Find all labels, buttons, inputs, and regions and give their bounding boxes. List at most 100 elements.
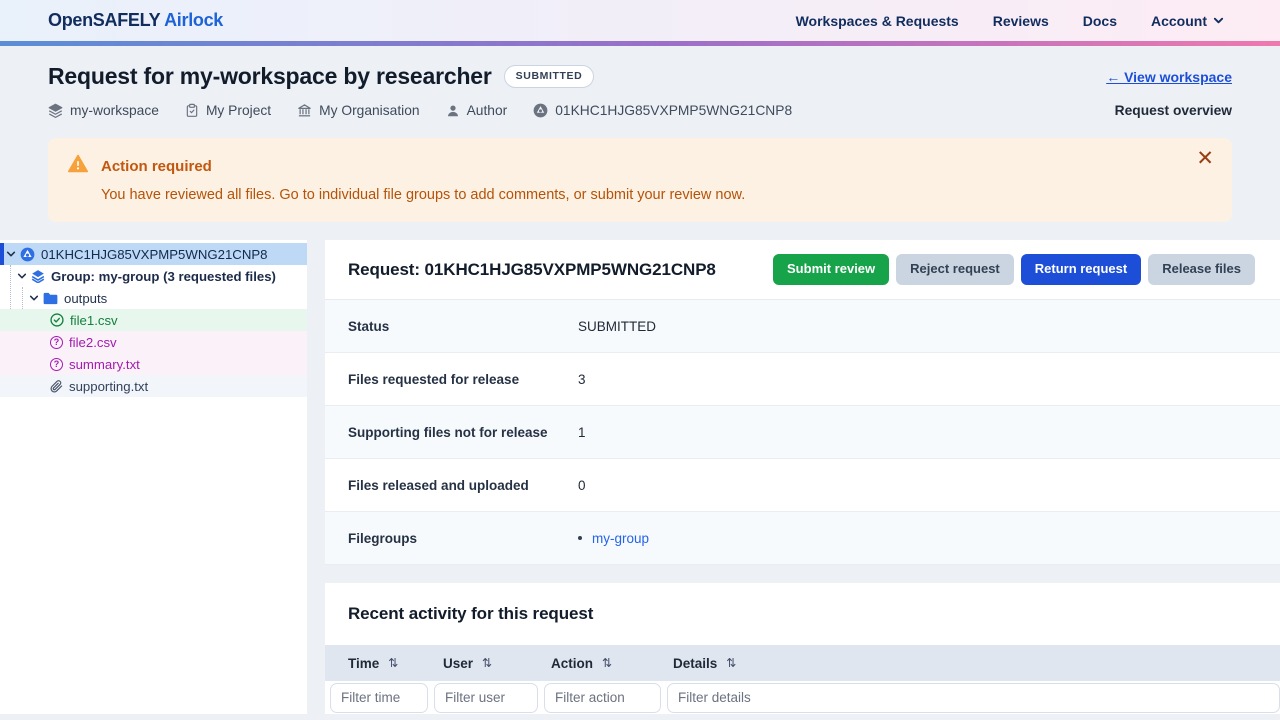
column-header-action[interactable]: Action⇅ [551, 656, 673, 671]
nav-account-label: Account [1151, 13, 1207, 29]
activity-table-header: Time⇅ User⇅ Action⇅ Details⇅ [325, 645, 1280, 681]
organisation-icon [297, 103, 312, 118]
detail-row-filegroups: Filegroups my-group [325, 512, 1280, 565]
chevron-down-icon[interactable] [29, 293, 39, 303]
check-circle-icon [50, 313, 64, 327]
sort-icon[interactable]: ⇅ [482, 656, 492, 670]
request-overview-label: Request overview [1115, 103, 1232, 118]
crumb-workspace-label: my-workspace [70, 103, 159, 118]
breadcrumb: my-workspace My Project My Organisation … [48, 103, 1232, 118]
detail-label: Files released and uploaded [348, 478, 578, 493]
tree-item-label: file1.csv [70, 313, 118, 328]
detail-value: my-group [578, 531, 649, 546]
filegroup-link[interactable]: my-group [592, 531, 649, 546]
crumb-organisation: My Organisation [297, 103, 419, 118]
tree-item-label: supporting.txt [69, 379, 148, 394]
tree-item-file1[interactable]: file1.csv [0, 309, 307, 331]
detail-label: Status [348, 319, 578, 334]
column-header-details[interactable]: Details⇅ [673, 656, 1280, 671]
request-heading: Request: 01KHC1HJG85VXPMP5WNG21CNP8 [348, 260, 716, 280]
list-bullet [578, 536, 582, 540]
content-area: 01KHC1HJG85VXPMP5WNG21CNP8 Group: my-gro… [0, 240, 1280, 714]
sort-icon[interactable]: ⇅ [602, 656, 612, 670]
crumb-request-id-label: 01KHC1HJG85VXPMP5WNG21CNP8 [555, 103, 792, 118]
tree-item-group[interactable]: Group: my-group (3 requested files) [0, 265, 307, 287]
tree-item-request-root[interactable]: 01KHC1HJG85VXPMP5WNG21CNP8 [0, 243, 307, 265]
filter-action-input[interactable] [544, 683, 661, 713]
crumb-organisation-label: My Organisation [319, 103, 419, 118]
filter-details-input[interactable] [667, 683, 1280, 713]
logo-secondary: Airlock [164, 10, 223, 30]
sort-icon[interactable]: ⇅ [388, 656, 398, 670]
filter-user-input[interactable] [434, 683, 538, 713]
clipboard-icon [185, 103, 199, 118]
detail-row-supporting-files: Supporting files not for release 1 [325, 406, 1280, 459]
question-circle-icon: ? [50, 358, 63, 371]
activity-heading: Recent activity for this request [348, 604, 593, 624]
folder-icon [43, 292, 58, 305]
column-header-user[interactable]: User⇅ [443, 656, 551, 671]
sort-icon[interactable]: ⇅ [726, 656, 736, 670]
submit-review-button[interactable]: Submit review [773, 254, 889, 284]
status-badge: SUBMITTED [504, 65, 595, 88]
crumb-author-label: Author [467, 103, 508, 118]
chevron-down-icon[interactable] [6, 249, 16, 259]
reject-request-button[interactable]: Reject request [896, 254, 1014, 284]
return-request-button[interactable]: Return request [1021, 254, 1141, 284]
tree-item-summary[interactable]: ? summary.txt [0, 353, 307, 375]
airlock-request-icon [20, 247, 35, 262]
tree-item-label: file2.csv [69, 335, 117, 350]
tree-item-label: summary.txt [69, 357, 140, 372]
warning-icon [68, 154, 88, 178]
question-circle-icon: ? [50, 336, 63, 349]
file-tree: 01KHC1HJG85VXPMP5WNG21CNP8 Group: my-gro… [0, 240, 307, 397]
nav-account[interactable]: Account [1151, 13, 1224, 29]
crumb-author: Author [446, 103, 508, 118]
close-icon[interactable]: ✕ [1196, 148, 1214, 169]
detail-row-files-requested: Files requested for release 3 [325, 353, 1280, 406]
tree-item-supporting[interactable]: supporting.txt [0, 375, 307, 397]
alert-title: Action required [101, 158, 212, 175]
chevron-down-icon[interactable] [17, 271, 27, 281]
crumb-workspace: my-workspace [48, 103, 159, 118]
crumb-request-id: 01KHC1HJG85VXPMP5WNG21CNP8 [533, 103, 792, 118]
file-tree-sidebar: 01KHC1HJG85VXPMP5WNG21CNP8 Group: my-gro… [0, 240, 307, 714]
logo-primary: OpenSAFELY [48, 10, 160, 30]
detail-label: Supporting files not for release [348, 425, 578, 440]
action-required-alert: Action required You have reviewed all fi… [48, 138, 1232, 222]
detail-value: 3 [578, 372, 586, 387]
tree-item-file2[interactable]: ? file2.csv [0, 331, 307, 353]
top-navbar: OpenSAFELY Airlock Workspaces & Requests… [0, 0, 1280, 41]
section-gap [325, 565, 1280, 583]
crumb-project-label: My Project [206, 103, 271, 118]
alert-message: You have reviewed all files. Go to indiv… [68, 187, 1184, 203]
page-header: Request for my-workspace by researcher S… [0, 46, 1280, 240]
detail-label: Files requested for release [348, 372, 578, 387]
tree-item-outputs-folder[interactable]: outputs [0, 287, 307, 309]
user-icon [446, 104, 460, 118]
nav-menu: Workspaces & Requests Reviews Docs Accou… [796, 13, 1224, 29]
nav-workspaces-requests[interactable]: Workspaces & Requests [796, 13, 959, 29]
filter-time-input[interactable] [330, 683, 428, 713]
detail-row-status: Status SUBMITTED [325, 300, 1280, 353]
layers-icon [48, 103, 63, 118]
column-header-time[interactable]: Time⇅ [348, 656, 443, 671]
detail-label: Filegroups [348, 531, 578, 546]
group-layers-icon [31, 269, 45, 283]
tree-item-label: 01KHC1HJG85VXPMP5WNG21CNP8 [41, 247, 267, 262]
nav-reviews[interactable]: Reviews [993, 13, 1049, 29]
view-workspace-link[interactable]: ← View workspace [1106, 69, 1232, 85]
detail-value: 1 [578, 425, 586, 440]
request-id-icon [533, 103, 548, 118]
detail-value: 0 [578, 478, 586, 493]
tree-item-label: Group: my-group (3 requested files) [51, 269, 276, 284]
nav-docs[interactable]: Docs [1083, 13, 1117, 29]
chevron-down-icon [1213, 13, 1224, 29]
paperclip-icon [50, 380, 63, 393]
release-files-button[interactable]: Release files [1148, 254, 1255, 284]
tree-item-label: outputs [64, 291, 107, 306]
app-logo[interactable]: OpenSAFELY Airlock [48, 10, 223, 31]
detail-value: SUBMITTED [578, 319, 656, 334]
page-title: Request for my-workspace by researcher [48, 63, 492, 90]
detail-row-files-released: Files released and uploaded 0 [325, 459, 1280, 512]
